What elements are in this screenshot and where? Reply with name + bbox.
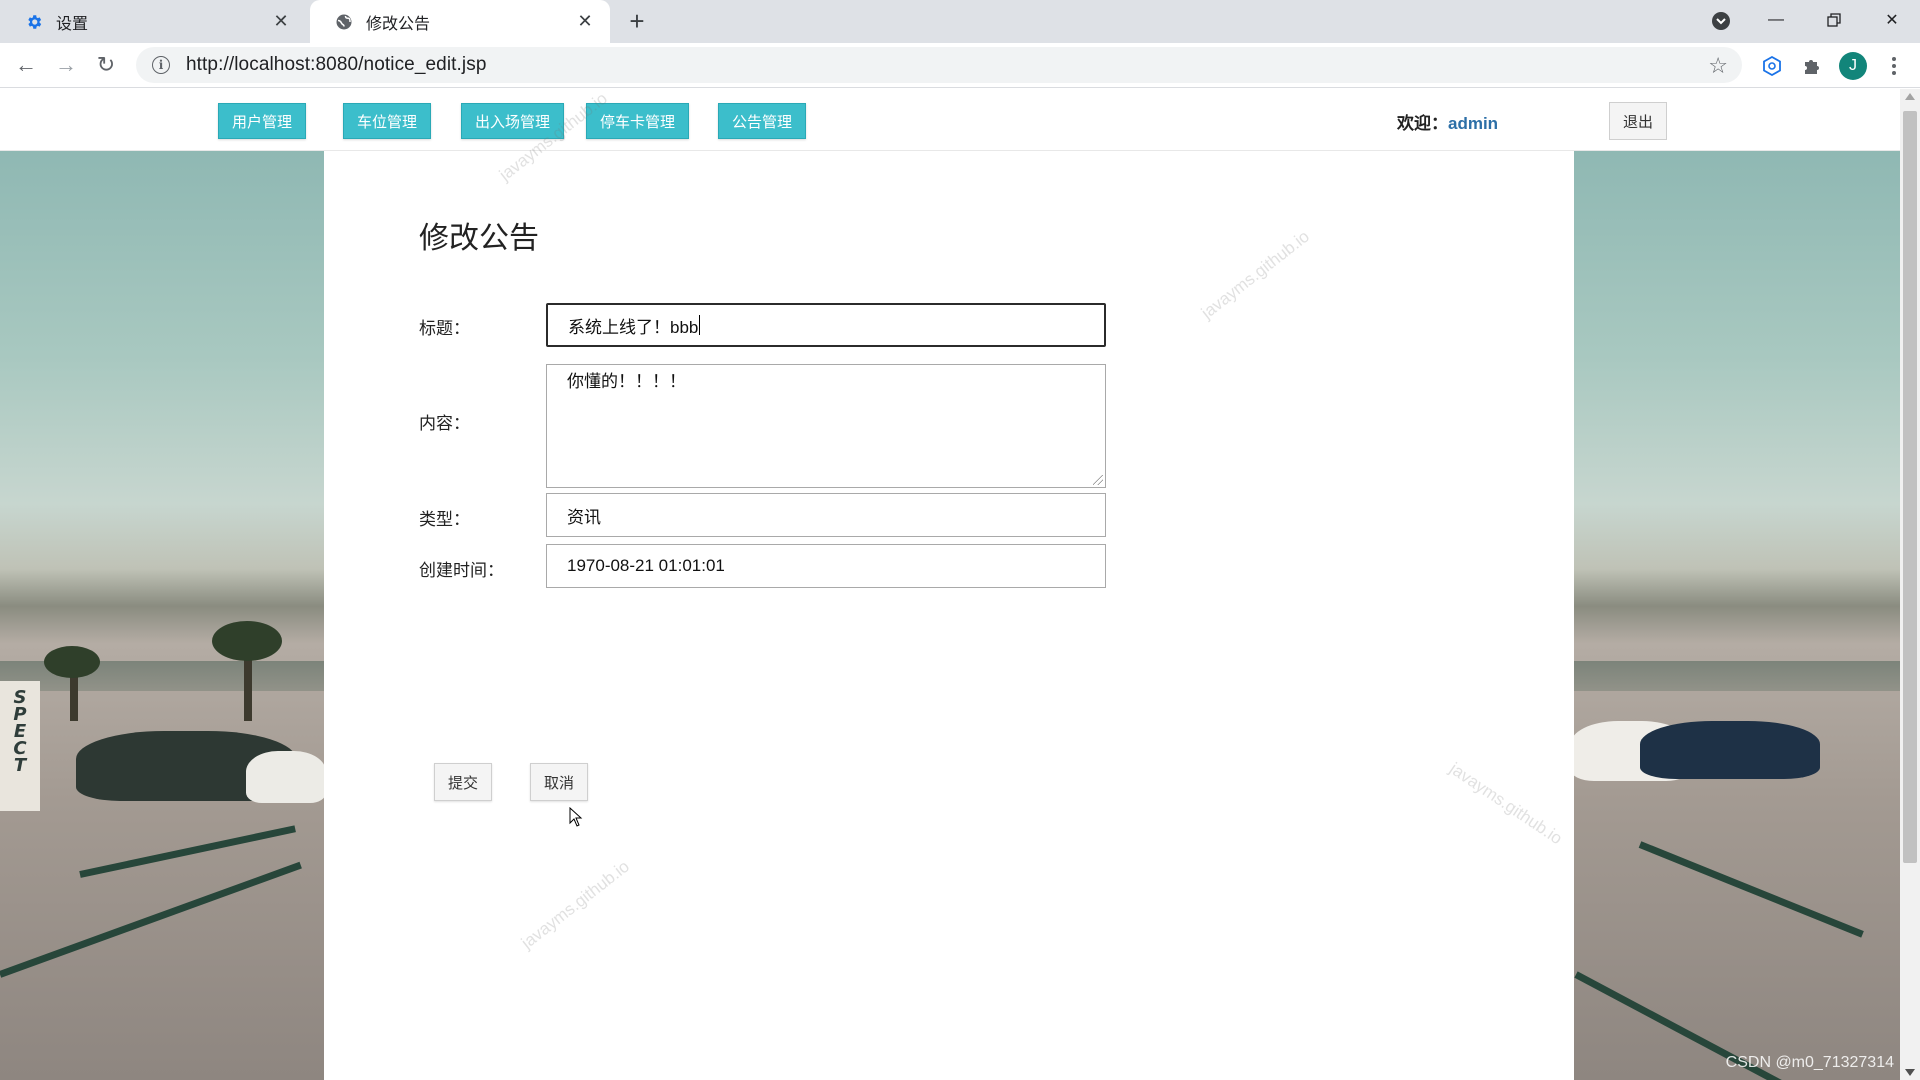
reload-icon[interactable]: ↻	[90, 49, 122, 81]
content-label: 内容：	[419, 414, 470, 433]
back-arrow-icon[interactable]: ←	[10, 49, 42, 81]
white-sports-car	[246, 751, 326, 803]
nav-user-management-button[interactable]: 用户管理	[218, 103, 306, 139]
submit-button[interactable]: 提交	[434, 763, 492, 801]
title-input[interactable]: 系统上线了！bbb	[546, 303, 1106, 347]
created-time-label: 创建时间：	[419, 561, 504, 580]
text-caret	[699, 315, 701, 335]
welcome-label: 欢迎：	[1397, 114, 1448, 133]
browser-toolbar: ← → ↻ i http://localhost:8080/notice_edi…	[0, 43, 1920, 88]
parking-lane-line	[0, 861, 302, 978]
tab-search-icon[interactable]	[1708, 8, 1734, 34]
nav-notice-management-button[interactable]: 公告管理	[718, 103, 806, 139]
mouse-cursor-icon	[569, 807, 583, 827]
title-label: 标题：	[419, 319, 470, 338]
extensions-puzzle-icon[interactable]	[1797, 51, 1827, 81]
tab-settings[interactable]: 设置 ✕	[0, 0, 306, 43]
resize-handle-icon[interactable]	[1093, 475, 1103, 485]
created-time-value: 1970-08-21 01:01:01	[567, 556, 725, 575]
content-value: 你懂的！！！！	[567, 372, 686, 391]
username: admin	[1448, 114, 1499, 133]
parking-lane-line	[1638, 841, 1864, 938]
bookmark-star-icon[interactable]: ☆	[1708, 53, 1728, 79]
spect-sign: SPECT	[0, 681, 40, 811]
minimize-icon[interactable]: —	[1748, 0, 1804, 40]
url-text: http://localhost:8080/notice_edit.jsp	[186, 54, 487, 75]
cancel-button[interactable]: 取消	[530, 763, 588, 801]
close-icon[interactable]: ✕	[270, 11, 292, 33]
palm-tree-crown	[44, 646, 100, 678]
scroll-up-arrow-icon[interactable]	[1905, 93, 1915, 100]
new-tab-button[interactable]: +	[622, 6, 652, 36]
welcome-text: 欢迎：admin	[1397, 109, 1498, 134]
csdn-watermark: CSDN @m0_71327314	[1725, 1054, 1894, 1071]
created-time-input[interactable]: 1970-08-21 01:01:01	[546, 544, 1106, 588]
close-icon[interactable]: ✕	[574, 11, 596, 33]
scroll-down-arrow-icon[interactable]	[1905, 1069, 1915, 1076]
page-viewport: SPECT 用户管理 车位管理 出入场管理 停车卡管理 公告管理 欢迎：admi…	[0, 89, 1900, 1080]
gear-icon	[24, 12, 44, 32]
info-icon[interactable]: i	[152, 56, 170, 74]
logout-button[interactable]: 退出	[1609, 102, 1667, 140]
tab-notice-edit[interactable]: 修改公告 ✕	[310, 0, 610, 43]
window-close-icon[interactable]: ✕	[1864, 0, 1920, 40]
browser-tab-bar: 设置 ✕ 修改公告 ✕ + — ✕	[0, 0, 1920, 43]
address-bar[interactable]: i http://localhost:8080/notice_edit.jsp …	[136, 47, 1742, 83]
globe-icon	[334, 12, 354, 32]
browser-menu-icon[interactable]	[1882, 51, 1906, 81]
content-textarea[interactable]: 你懂的！！！！	[546, 364, 1106, 488]
profile-avatar[interactable]: J	[1839, 52, 1867, 80]
restore-icon[interactable]	[1806, 0, 1862, 40]
blue-sports-car	[1640, 721, 1820, 779]
title-value: 系统上线了！bbb	[568, 317, 699, 337]
tab-title: 设置	[56, 15, 89, 33]
type-value: 资讯	[567, 507, 601, 527]
app-header: 用户管理 车位管理 出入场管理 停车卡管理 公告管理 欢迎：admin 退出	[0, 89, 1900, 151]
extension-hex-icon[interactable]	[1757, 51, 1787, 81]
parking-lane-line	[79, 825, 296, 878]
type-input[interactable]: 资讯	[546, 493, 1106, 537]
nav-parking-space-button[interactable]: 车位管理	[343, 103, 431, 139]
page-title: 修改公告	[419, 222, 539, 255]
page-scrollbar[interactable]	[1900, 89, 1920, 1080]
forward-arrow-icon[interactable]: →	[50, 49, 82, 81]
type-label: 类型：	[419, 510, 470, 529]
scrollbar-thumb[interactable]	[1903, 111, 1917, 863]
tab-title: 修改公告	[366, 15, 431, 33]
palm-tree-crown	[212, 621, 282, 661]
edit-notice-panel: 修改公告 标题： 系统上线了！bbb 内容： 你懂的！！！！ 类型： 资讯 创建…	[324, 151, 1574, 1080]
